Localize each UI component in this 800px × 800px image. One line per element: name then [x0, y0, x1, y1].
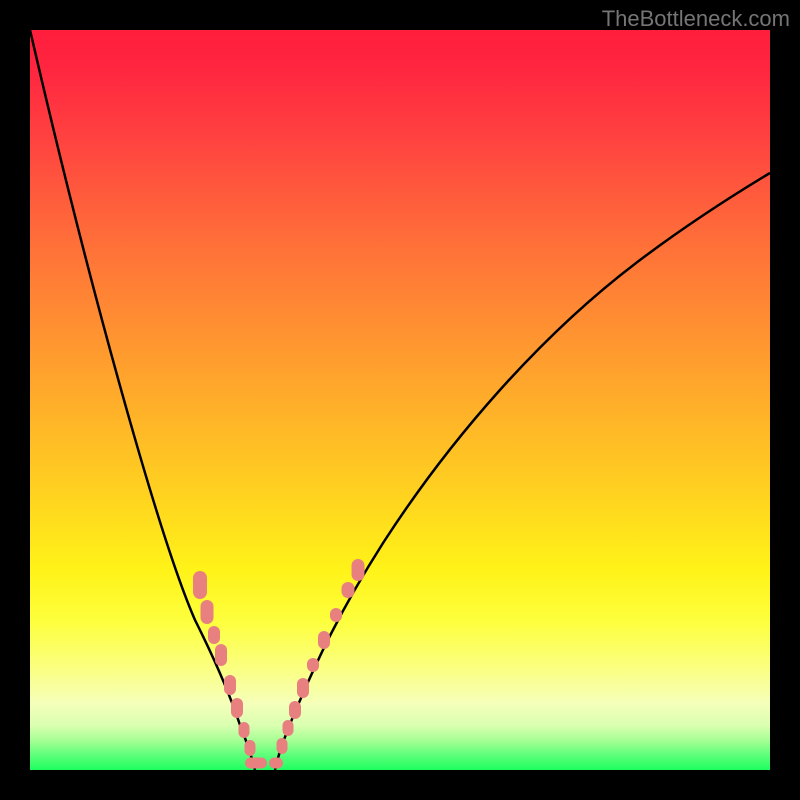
watermark-text: TheBottleneck.com	[602, 6, 790, 32]
data-marker	[289, 701, 301, 719]
data-marker	[307, 658, 319, 672]
data-marker	[208, 626, 220, 644]
data-marker	[297, 678, 309, 698]
data-marker	[231, 698, 243, 718]
data-marker	[245, 758, 267, 769]
data-marker	[193, 571, 207, 599]
data-markers	[193, 559, 365, 769]
data-marker	[269, 758, 283, 769]
chart-svg	[30, 30, 770, 770]
data-marker	[245, 740, 256, 756]
data-marker	[352, 559, 365, 581]
data-marker	[201, 600, 214, 624]
right-curve	[275, 173, 770, 770]
data-marker	[342, 582, 355, 598]
data-marker	[318, 631, 330, 649]
data-marker	[277, 738, 288, 754]
data-marker	[224, 675, 236, 695]
data-marker	[215, 644, 227, 666]
chart-gradient-area	[30, 30, 770, 770]
data-marker	[330, 608, 342, 622]
data-marker	[239, 722, 250, 738]
data-marker	[283, 720, 294, 736]
curve-group	[30, 30, 770, 770]
